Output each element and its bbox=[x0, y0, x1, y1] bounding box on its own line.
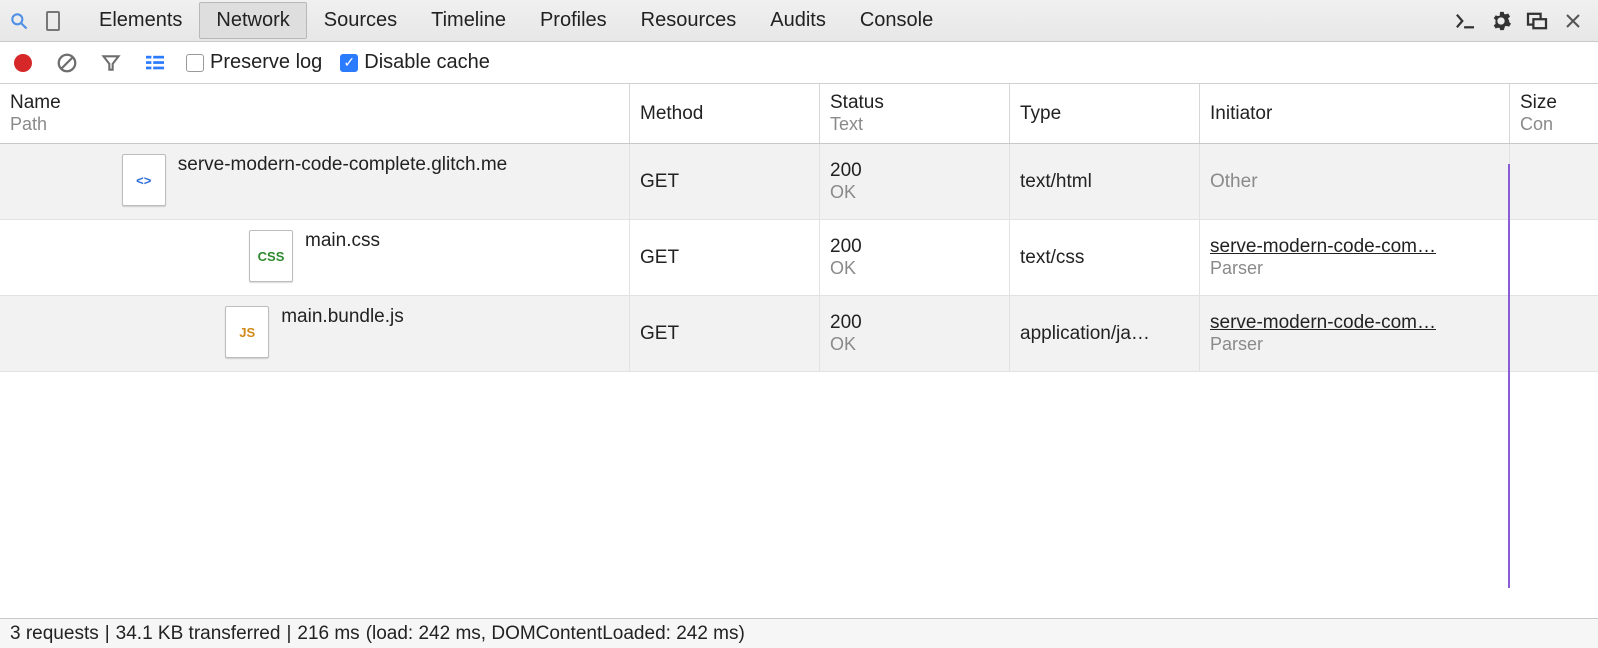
cell-type: text/css bbox=[1010, 220, 1200, 295]
tab-audits[interactable]: Audits bbox=[753, 2, 843, 39]
clear-button[interactable] bbox=[54, 50, 80, 76]
col-initiator[interactable]: Initiator bbox=[1200, 84, 1510, 143]
cell-type-value: application/ja… bbox=[1020, 323, 1189, 345]
request-name: serve-modern-code-complete.glitch.me bbox=[178, 154, 507, 176]
cell-size bbox=[1510, 220, 1598, 295]
network-row[interactable]: JS main.bundle.js GET 200OK application/ja… s… bbox=[0, 296, 1598, 372]
status-time: 216 ms bbox=[297, 623, 359, 645]
tab-network[interactable]: Network bbox=[199, 2, 306, 39]
col-name-label: Name bbox=[10, 92, 619, 114]
grid-body[interactable]: <> serve-modern-code-complete.glitch.me GE… bbox=[0, 144, 1598, 618]
status-extra: (load: 242 ms, DOMContentLoaded: 242 ms) bbox=[366, 623, 745, 645]
cell-method: GET bbox=[630, 296, 820, 371]
cell-status-sub: OK bbox=[830, 258, 999, 279]
col-size-sub: Con bbox=[1520, 114, 1588, 135]
checkbox-icon bbox=[186, 54, 204, 72]
network-grid: Name Path Method Status Text Type Initia… bbox=[0, 84, 1598, 618]
record-button[interactable] bbox=[10, 50, 36, 76]
status-bar: 3 requests | 34.1 KB transferred | 216 m… bbox=[0, 618, 1598, 648]
cell-status: 200OK bbox=[820, 144, 1010, 219]
status-transferred: 34.1 KB transferred bbox=[116, 623, 281, 645]
close-icon[interactable] bbox=[1558, 6, 1588, 36]
col-status[interactable]: Status Text bbox=[820, 84, 1010, 143]
cell-initiator: serve-modern-code-com…Parser bbox=[1200, 220, 1510, 295]
col-status-sub: Text bbox=[830, 114, 999, 135]
disable-cache-label: Disable cache bbox=[364, 51, 490, 74]
network-toolbar: Preserve log ✓ Disable cache bbox=[0, 42, 1598, 84]
large-rows-icon[interactable] bbox=[142, 50, 168, 76]
tab-elements[interactable]: Elements bbox=[82, 2, 199, 39]
preserve-log-toggle[interactable]: Preserve log bbox=[186, 51, 322, 74]
cell-size bbox=[1510, 296, 1598, 371]
network-row[interactable]: <> serve-modern-code-complete.glitch.me GE… bbox=[0, 144, 1598, 220]
col-name-sub: Path bbox=[10, 114, 619, 135]
file-html-icon: <> bbox=[122, 154, 166, 206]
request-name: main.css bbox=[305, 230, 380, 252]
cell-name: <> serve-modern-code-complete.glitch.me bbox=[0, 144, 630, 219]
col-method-label: Method bbox=[640, 103, 809, 125]
tab-resources[interactable]: Resources bbox=[624, 2, 754, 39]
cell-method-value: GET bbox=[640, 323, 809, 345]
col-type[interactable]: Type bbox=[1010, 84, 1200, 143]
cell-name: JS main.bundle.js bbox=[0, 296, 630, 371]
tab-sources[interactable]: Sources bbox=[307, 2, 414, 39]
cell-method: GET bbox=[630, 144, 820, 219]
cell-name: CSS main.css bbox=[0, 220, 630, 295]
checkbox-checked-icon: ✓ bbox=[340, 54, 358, 72]
cell-initiator-value[interactable]: serve-modern-code-com… bbox=[1210, 312, 1499, 334]
file-css-icon: CSS bbox=[249, 230, 293, 282]
panel-tabs: Elements Network Sources Timeline Profil… bbox=[82, 2, 950, 39]
cell-initiator-sub: Parser bbox=[1210, 334, 1499, 355]
cell-method-value: GET bbox=[640, 247, 809, 269]
cell-initiator: serve-modern-code-com…Parser bbox=[1200, 296, 1510, 371]
cell-status-value: 200 bbox=[830, 236, 999, 258]
col-name[interactable]: Name Path bbox=[0, 84, 630, 143]
search-icon[interactable] bbox=[4, 6, 34, 36]
record-dot-icon bbox=[14, 54, 32, 72]
cell-status-sub: OK bbox=[830, 334, 999, 355]
col-status-label: Status bbox=[830, 92, 999, 114]
col-size-label: Size bbox=[1520, 92, 1588, 114]
cell-initiator-value: Other bbox=[1210, 171, 1499, 193]
tabstrip-right bbox=[1450, 6, 1594, 36]
cell-type: application/ja… bbox=[1010, 296, 1200, 371]
settings-gear-icon[interactable] bbox=[1486, 6, 1516, 36]
drawer-toggle-icon[interactable] bbox=[1450, 6, 1480, 36]
cell-method-value: GET bbox=[640, 171, 809, 193]
cell-type: text/html bbox=[1010, 144, 1200, 219]
filter-icon[interactable] bbox=[98, 50, 124, 76]
tab-profiles[interactable]: Profiles bbox=[523, 2, 624, 39]
cell-initiator-sub: Parser bbox=[1210, 258, 1499, 279]
cell-method: GET bbox=[630, 220, 820, 295]
file-js-icon: JS bbox=[225, 306, 269, 358]
request-name: main.bundle.js bbox=[281, 306, 404, 328]
tab-console[interactable]: Console bbox=[843, 2, 950, 39]
preserve-log-label: Preserve log bbox=[210, 51, 322, 74]
dock-icon[interactable] bbox=[1522, 6, 1552, 36]
col-size[interactable]: Size Con bbox=[1510, 84, 1598, 143]
col-method[interactable]: Method bbox=[630, 84, 820, 143]
cell-status: 200OK bbox=[820, 296, 1010, 371]
cell-status-value: 200 bbox=[830, 160, 999, 182]
tab-timeline[interactable]: Timeline bbox=[414, 2, 523, 39]
disable-cache-toggle[interactable]: ✓ Disable cache bbox=[340, 51, 490, 74]
cell-type-value: text/html bbox=[1020, 171, 1189, 193]
grid-header-row: Name Path Method Status Text Type Initia… bbox=[0, 84, 1598, 144]
network-row[interactable]: CSS main.css GET 200OK text/css serve-modern-… bbox=[0, 220, 1598, 296]
col-type-label: Type bbox=[1020, 103, 1189, 125]
cell-status-value: 200 bbox=[830, 312, 999, 334]
device-icon[interactable] bbox=[38, 6, 68, 36]
cell-status-sub: OK bbox=[830, 182, 999, 203]
cell-initiator-value[interactable]: serve-modern-code-com… bbox=[1210, 236, 1499, 258]
cell-status: 200OK bbox=[820, 220, 1010, 295]
col-initiator-label: Initiator bbox=[1210, 103, 1499, 125]
cell-type-value: text/css bbox=[1020, 247, 1189, 269]
devtools-tabstrip: Elements Network Sources Timeline Profil… bbox=[0, 0, 1598, 42]
cell-size bbox=[1510, 144, 1598, 219]
cell-initiator: Other bbox=[1200, 144, 1510, 219]
status-requests: 3 requests bbox=[10, 623, 99, 645]
